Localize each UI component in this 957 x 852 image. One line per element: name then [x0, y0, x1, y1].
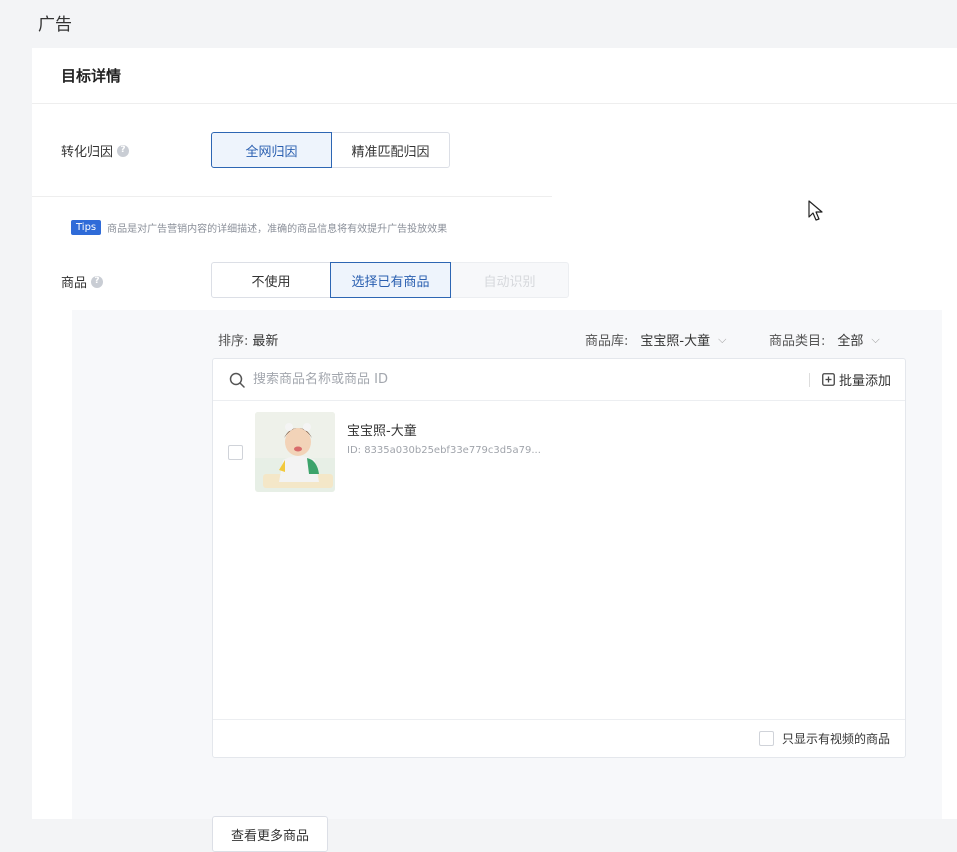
attribution-label: 转化归因	[61, 145, 114, 160]
bulk-add-label: 批量添加	[838, 374, 891, 389]
help-icon[interactable]: ?	[117, 144, 130, 157]
search-input[interactable]	[253, 372, 673, 387]
mouse-cursor-icon	[808, 200, 823, 221]
product-label-group: 商品 ?	[61, 272, 104, 291]
sort-label: 排序:	[218, 334, 249, 349]
search-icon	[229, 372, 245, 388]
product-list-panel: 批量添加	[212, 358, 906, 758]
attribution-label-group: 转化归因 ?	[61, 141, 130, 160]
search-row: 批量添加	[213, 359, 905, 401]
section-title: 目标详情	[32, 48, 957, 104]
product-option-auto-detect: 自动识别	[450, 262, 569, 298]
section-divider	[32, 196, 552, 197]
item-checkbox[interactable]	[228, 444, 243, 460]
panel-footer: 只显示有视频的商品	[213, 719, 905, 757]
bulk-add-icon	[822, 373, 835, 386]
product-thumbnail	[255, 412, 335, 492]
product-label: 商品	[61, 276, 88, 291]
page-title: 广告	[38, 15, 72, 35]
bulk-separator	[808, 372, 810, 387]
library-filter[interactable]: 商品库: 宝宝照-大童 ⌵	[585, 330, 727, 350]
bulk-add-button[interactable]: 批量添加	[808, 370, 891, 389]
tips-bar: Tips 商品是对广告营销内容的详细描述，准确的商品信息将有效提升广告投放效果	[71, 220, 447, 235]
attribution-segmented: 全网归因 精准匹配归因	[211, 132, 450, 168]
view-more-products-button[interactable]: 查看更多商品	[212, 816, 328, 852]
help-icon[interactable]: ?	[91, 275, 104, 288]
list-item[interactable]: 宝宝照-大童 ID: 8335a030b25ebf33e779c3d5a79..…	[228, 412, 541, 492]
category-value: 全部	[837, 334, 864, 349]
tips-badge: Tips	[71, 220, 102, 235]
product-segmented: 不使用 选择已有商品 自动识别	[211, 262, 569, 298]
only-video-checkbox[interactable]	[758, 731, 774, 746]
chevron-down-icon: ⌵	[718, 332, 727, 346]
library-label: 商品库:	[585, 334, 629, 349]
item-id: ID: 8335a030b25ebf33e779c3d5a79...	[347, 445, 541, 456]
target-details-card: 目标详情 转化归因 ? 全网归因 精准匹配归因 Tips 商品是对广告营销内容的…	[32, 48, 957, 852]
product-list: 宝宝照-大童 ID: 8335a030b25ebf33e779c3d5a79..…	[213, 401, 905, 719]
category-filter[interactable]: 商品类目: 全部 ⌵	[769, 330, 880, 350]
item-name: 宝宝照-大童	[347, 424, 417, 439]
only-video-label[interactable]: 只显示有视频的商品	[782, 730, 890, 747]
product-option-select-existing[interactable]: 选择已有商品	[330, 262, 451, 298]
library-value: 宝宝照-大童	[640, 334, 711, 349]
product-selection-area: 排序: 最新 商品库: 宝宝照-大童 ⌵ 商品类目: 全部 ⌵ 搜索商品名称或商…	[72, 310, 942, 852]
sort-value: 最新	[252, 334, 279, 349]
chevron-down-icon: ⌵	[871, 332, 880, 346]
tips-text: 商品是对广告营销内容的详细描述，准确的商品信息将有效提升广告投放效果	[107, 224, 448, 235]
attribution-option-exact-match[interactable]: 精准匹配归因	[331, 132, 450, 168]
sort-filter[interactable]: 排序: 最新	[218, 330, 278, 349]
attribution-option-all-network[interactable]: 全网归因	[211, 132, 332, 168]
product-option-none[interactable]: 不使用	[211, 262, 331, 298]
category-label: 商品类目:	[769, 334, 826, 349]
